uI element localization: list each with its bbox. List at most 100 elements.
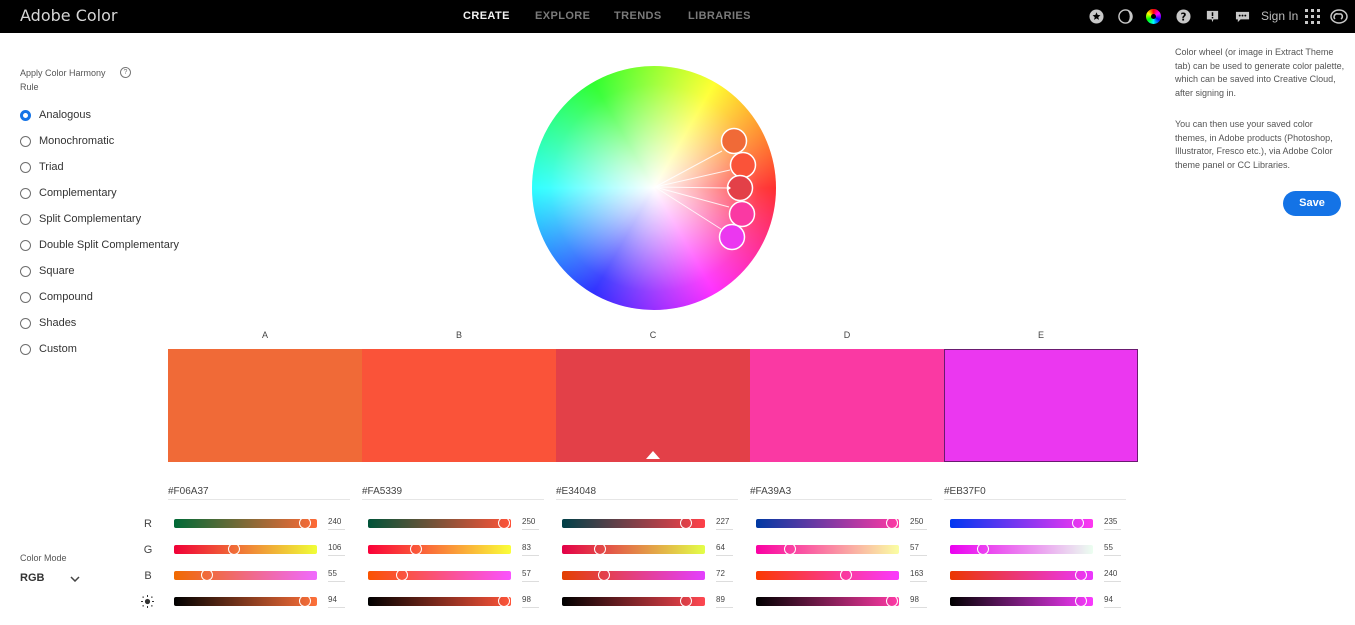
moon-icon[interactable] <box>1117 8 1133 24</box>
slider-thumb[interactable] <box>298 595 311 607</box>
color-wheel-icon[interactable] <box>1145 8 1161 24</box>
hex-input-a[interactable] <box>168 484 350 500</box>
hex-input-b[interactable] <box>362 484 544 500</box>
slider-brightness-b[interactable] <box>368 595 511 607</box>
radio-icon[interactable] <box>20 291 31 303</box>
slider-thumb[interactable] <box>784 543 797 555</box>
color-mode-select[interactable]: RGB <box>20 570 80 586</box>
slider-g-c[interactable] <box>562 543 705 555</box>
slider-g-b[interactable] <box>368 543 511 555</box>
rule-square[interactable]: Square <box>20 262 74 280</box>
slider-value-g-a[interactable]: 106 <box>328 543 345 556</box>
swatch-c[interactable] <box>556 349 750 462</box>
rule-analogous[interactable]: Analogous <box>20 106 91 124</box>
alert-icon[interactable] <box>1204 8 1220 24</box>
slider-thumb[interactable] <box>498 595 511 607</box>
radio-icon[interactable] <box>20 135 31 147</box>
slider-value-b-b[interactable]: 57 <box>522 569 539 582</box>
slider-thumb[interactable] <box>977 543 990 555</box>
slider-thumb[interactable] <box>1072 517 1085 529</box>
rule-custom[interactable]: Custom <box>20 340 77 358</box>
radio-icon[interactable] <box>20 239 31 251</box>
hex-input-d[interactable] <box>750 484 932 500</box>
slider-thumb[interactable] <box>886 517 899 529</box>
slider-value-b-a[interactable]: 55 <box>328 569 345 582</box>
slider-r-b[interactable] <box>368 517 511 529</box>
slider-value-b-e[interactable]: 240 <box>1104 569 1121 582</box>
swatch-a[interactable] <box>168 349 362 462</box>
slider-brightness-e[interactable] <box>950 595 1093 607</box>
nav-explore[interactable]: EXPLORE <box>535 10 590 22</box>
swatch-e[interactable] <box>944 349 1138 462</box>
rule-split-complementary[interactable]: Split Complementary <box>20 210 141 228</box>
slider-brightness-a[interactable] <box>174 595 317 607</box>
rule-compound[interactable]: Compound <box>20 288 93 306</box>
radio-icon[interactable] <box>20 317 31 329</box>
slider-r-a[interactable] <box>174 517 317 529</box>
slider-thumb[interactable] <box>1074 595 1087 607</box>
slider-value-r-a[interactable]: 240 <box>328 517 345 530</box>
wheel-handle-b[interactable] <box>729 151 757 179</box>
radio-icon[interactable] <box>20 343 31 355</box>
slider-value-g-d[interactable]: 57 <box>910 543 927 556</box>
slider-value-r-c[interactable]: 227 <box>716 517 733 530</box>
slider-value-g-c[interactable]: 64 <box>716 543 733 556</box>
slider-brightness-d[interactable] <box>756 595 899 607</box>
harmony-help-icon[interactable]: ? <box>120 67 131 78</box>
slider-r-e[interactable] <box>950 517 1093 529</box>
slider-value-b-c[interactable]: 72 <box>716 569 733 582</box>
slider-value-brightness-a[interactable]: 94 <box>328 595 345 608</box>
rule-monochromatic[interactable]: Monochromatic <box>20 132 114 150</box>
slider-thumb[interactable] <box>396 569 409 581</box>
slider-value-g-b[interactable]: 83 <box>522 543 539 556</box>
slider-value-b-d[interactable]: 163 <box>910 569 927 582</box>
sign-in-link[interactable]: Sign In <box>1261 9 1298 23</box>
swatch-d[interactable] <box>750 349 944 462</box>
slider-thumb[interactable] <box>201 569 214 581</box>
star-icon[interactable] <box>1088 8 1104 24</box>
slider-thumb[interactable] <box>680 595 693 607</box>
slider-thumb[interactable] <box>598 569 611 581</box>
slider-thumb[interactable] <box>228 543 241 555</box>
slider-brightness-c[interactable] <box>562 595 705 607</box>
wheel-handle-a[interactable] <box>720 127 748 155</box>
wheel-handle-c[interactable] <box>726 174 754 202</box>
slider-thumb[interactable] <box>299 517 312 529</box>
slider-b-a[interactable] <box>174 569 317 581</box>
slider-value-brightness-e[interactable]: 94 <box>1104 595 1121 608</box>
rule-triad[interactable]: Triad <box>20 158 64 176</box>
slider-thumb[interactable] <box>680 517 693 529</box>
slider-value-brightness-b[interactable]: 98 <box>522 595 539 608</box>
radio-checked-icon[interactable] <box>20 109 31 121</box>
slider-value-r-b[interactable]: 250 <box>522 517 539 530</box>
nav-create[interactable]: CREATE <box>463 10 510 22</box>
save-button[interactable]: Save <box>1283 191 1341 216</box>
nav-trends[interactable]: TRENDS <box>614 10 662 22</box>
wheel-handle-e[interactable] <box>718 223 746 251</box>
slider-b-b[interactable] <box>368 569 511 581</box>
slider-thumb[interactable] <box>409 543 422 555</box>
slider-value-brightness-c[interactable]: 89 <box>716 595 733 608</box>
slider-b-c[interactable] <box>562 569 705 581</box>
radio-icon[interactable] <box>20 265 31 277</box>
swatch-b[interactable] <box>362 349 556 462</box>
radio-icon[interactable] <box>20 213 31 225</box>
slider-g-e[interactable] <box>950 543 1093 555</box>
help-icon[interactable]: ? <box>1175 8 1191 24</box>
slider-g-d[interactable] <box>756 543 899 555</box>
slider-thumb[interactable] <box>1075 569 1088 581</box>
slider-r-c[interactable] <box>562 517 705 529</box>
creative-cloud-icon[interactable] <box>1330 8 1348 24</box>
rule-complementary[interactable]: Complementary <box>20 184 117 202</box>
slider-thumb[interactable] <box>886 595 899 607</box>
slider-b-d[interactable] <box>756 569 899 581</box>
slider-b-e[interactable] <box>950 569 1093 581</box>
hex-input-c[interactable] <box>556 484 738 500</box>
slider-r-d[interactable] <box>756 517 899 529</box>
hex-input-e[interactable] <box>944 484 1126 500</box>
slider-g-a[interactable] <box>174 543 317 555</box>
feedback-icon[interactable] <box>1234 8 1250 24</box>
radio-icon[interactable] <box>20 161 31 173</box>
slider-value-g-e[interactable]: 55 <box>1104 543 1121 556</box>
slider-value-r-d[interactable]: 250 <box>910 517 927 530</box>
